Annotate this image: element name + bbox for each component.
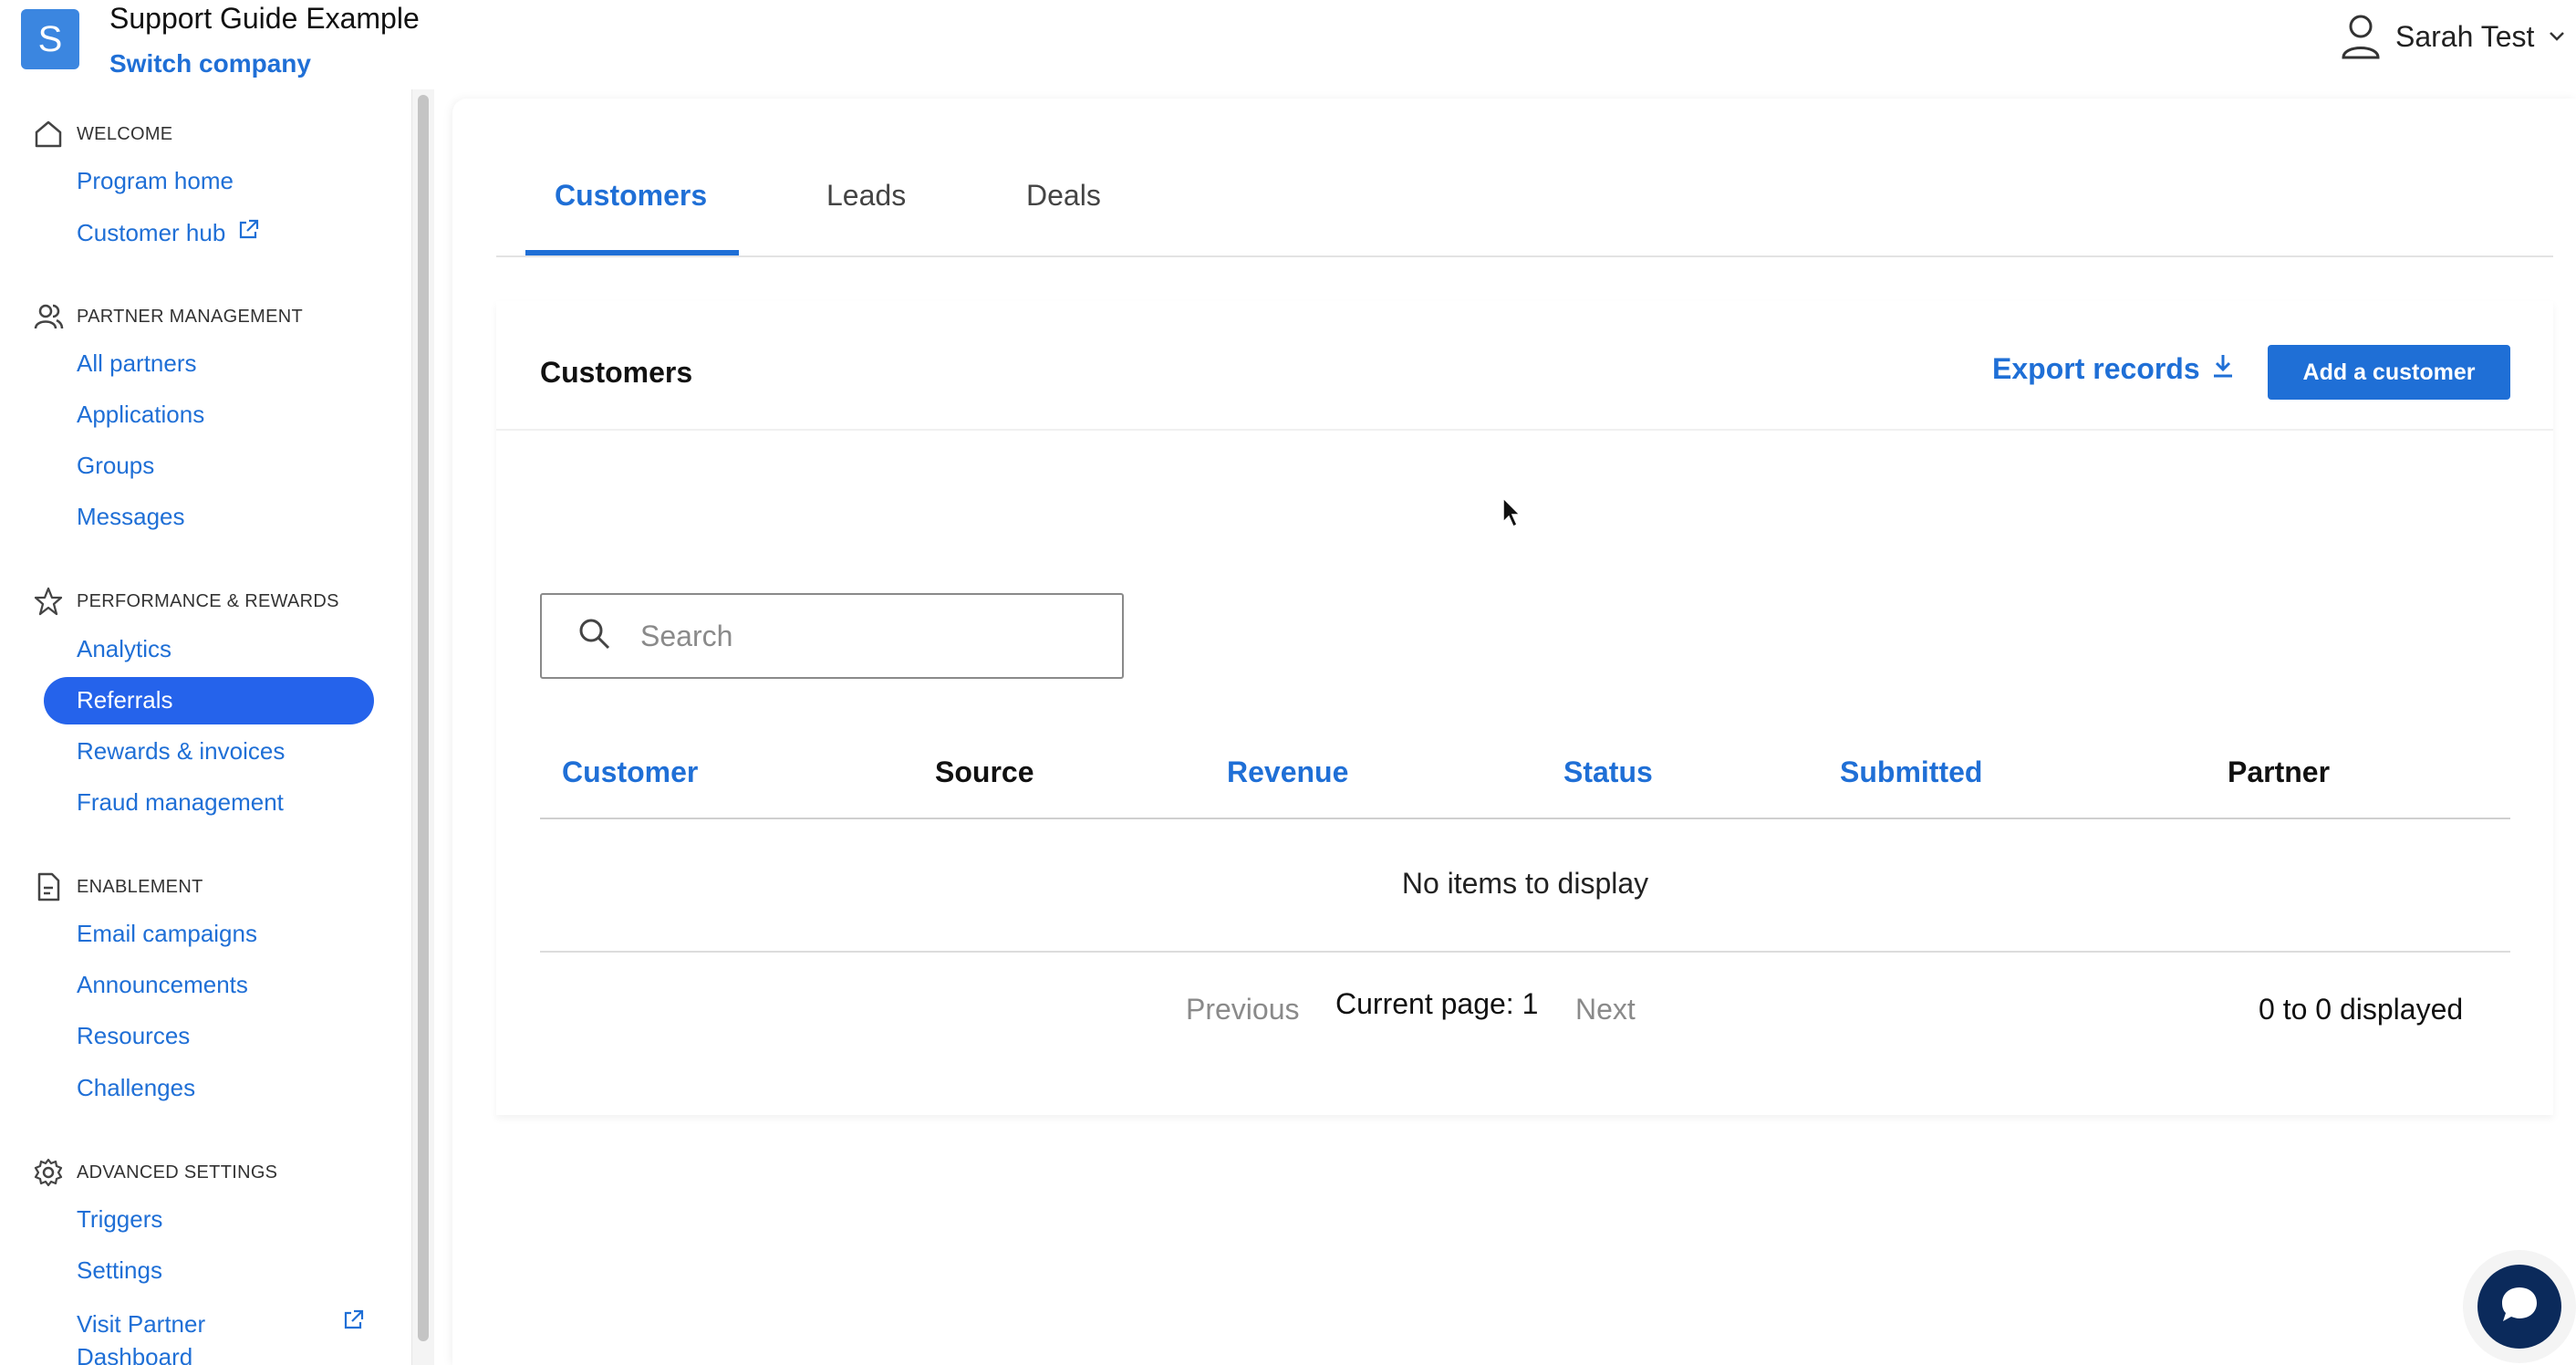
column-header-submitted[interactable]: Submitted xyxy=(1840,755,1982,789)
panel-divider xyxy=(496,429,2553,431)
section-welcome: WELCOME xyxy=(33,119,172,150)
document-icon xyxy=(33,871,64,902)
column-header-partner: Partner xyxy=(2228,755,2331,788)
external-link-icon[interactable] xyxy=(341,1308,365,1337)
displayed-count: 0 to 0 displayed xyxy=(2259,993,2464,1026)
section-partner-management: PARTNER MANAGEMENT xyxy=(33,301,303,332)
column-header-revenue[interactable]: Revenue xyxy=(1227,755,1348,789)
user-name: Sarah Test xyxy=(2395,19,2535,53)
company-logo[interactable]: S xyxy=(21,9,79,69)
external-link-icon xyxy=(236,218,260,248)
column-header-customer[interactable]: Customer xyxy=(562,755,698,789)
company-name: Support Guide Example xyxy=(109,2,420,35)
sidebar-item-settings[interactable]: Settings xyxy=(77,1256,162,1285)
sidebar-item-messages[interactable]: Messages xyxy=(77,503,185,531)
tab-deals[interactable]: Deals xyxy=(1026,179,1101,213)
sidebar-item-groups[interactable]: Groups xyxy=(77,452,154,480)
sidebar-item-announcements[interactable]: Announcements xyxy=(77,971,248,999)
sidebar-item-fraud-management[interactable]: Fraud management xyxy=(77,788,284,817)
home-icon xyxy=(33,119,64,150)
table-header-divider xyxy=(540,818,2510,819)
star-icon xyxy=(33,586,64,617)
column-header-source: Source xyxy=(935,755,1034,788)
sidebar-item-email-campaigns[interactable]: Email campaigns xyxy=(77,920,257,948)
sidebar-item-referrals[interactable]: Referrals xyxy=(77,686,172,714)
chat-widget-button[interactable] xyxy=(2463,1250,2576,1363)
sidebar-item-resources[interactable]: Resources xyxy=(77,1022,190,1050)
search-input[interactable] xyxy=(640,619,1115,653)
sidebar-item-customer-hub[interactable]: Customer hub xyxy=(77,218,260,248)
sidebar-scrollbar-thumb[interactable] xyxy=(418,95,429,1341)
section-title: PERFORMANCE & REWARDS xyxy=(77,590,339,611)
mouse-cursor-icon xyxy=(1501,496,1523,534)
panel-title: Customers xyxy=(540,356,693,389)
gear-icon xyxy=(33,1157,64,1188)
section-title: ADVANCED SETTINGS xyxy=(77,1162,278,1183)
section-performance-rewards: PERFORMANCE & REWARDS xyxy=(33,586,339,617)
section-title: WELCOME xyxy=(77,123,173,144)
chat-icon xyxy=(2497,1282,2542,1332)
empty-table-message: No items to display xyxy=(1401,867,1649,900)
sidebar-item-applications[interactable]: Applications xyxy=(77,401,204,429)
sidebar-item-program-home[interactable]: Program home xyxy=(77,167,234,195)
section-enablement: ENABLEMENT xyxy=(33,871,203,902)
sidebar-item-challenges[interactable]: Challenges xyxy=(77,1074,195,1102)
download-icon xyxy=(2211,352,2235,386)
current-page-label: Current page: 1 xyxy=(1335,987,1539,1020)
sidebar-item-triggers[interactable]: Triggers xyxy=(77,1205,162,1234)
section-advanced-settings: ADVANCED SETTINGS xyxy=(33,1157,277,1188)
table-footer-divider xyxy=(540,951,2510,953)
search-box[interactable] xyxy=(540,593,1124,679)
column-header-status[interactable]: Status xyxy=(1563,755,1653,789)
chevron-down-icon xyxy=(2549,31,2565,42)
add-customer-button[interactable]: Add a customer xyxy=(2268,345,2510,400)
people-icon xyxy=(33,301,64,332)
user-icon xyxy=(2341,14,2381,59)
tab-leads[interactable]: Leads xyxy=(826,179,906,213)
section-title: ENABLEMENT xyxy=(77,876,203,897)
user-menu[interactable]: Sarah Test xyxy=(2341,13,2565,60)
export-records-link[interactable]: Export records xyxy=(1992,352,2235,386)
sidebar-item-visit-partner-dashboard[interactable]: Visit Partner Dashboard xyxy=(77,1308,205,1365)
top-bar: S Support Guide Example Switch company S… xyxy=(0,0,2576,89)
switch-company-link[interactable]: Switch company xyxy=(109,49,311,78)
active-tab-indicator xyxy=(525,250,739,255)
search-icon xyxy=(576,616,613,657)
previous-page-button[interactable]: Previous xyxy=(1186,993,1300,1026)
sidebar-item-rewards-invoices[interactable]: Rewards & invoices xyxy=(77,737,285,766)
section-title: PARTNER MANAGEMENT xyxy=(77,306,304,327)
sidebar-item-all-partners[interactable]: All partners xyxy=(77,349,197,378)
tab-bar: Customers Leads Deals xyxy=(496,164,2553,257)
tab-customers[interactable]: Customers xyxy=(555,179,707,213)
sidebar-item-analytics[interactable]: Analytics xyxy=(77,635,171,663)
next-page-button[interactable]: Next xyxy=(1575,993,1636,1026)
